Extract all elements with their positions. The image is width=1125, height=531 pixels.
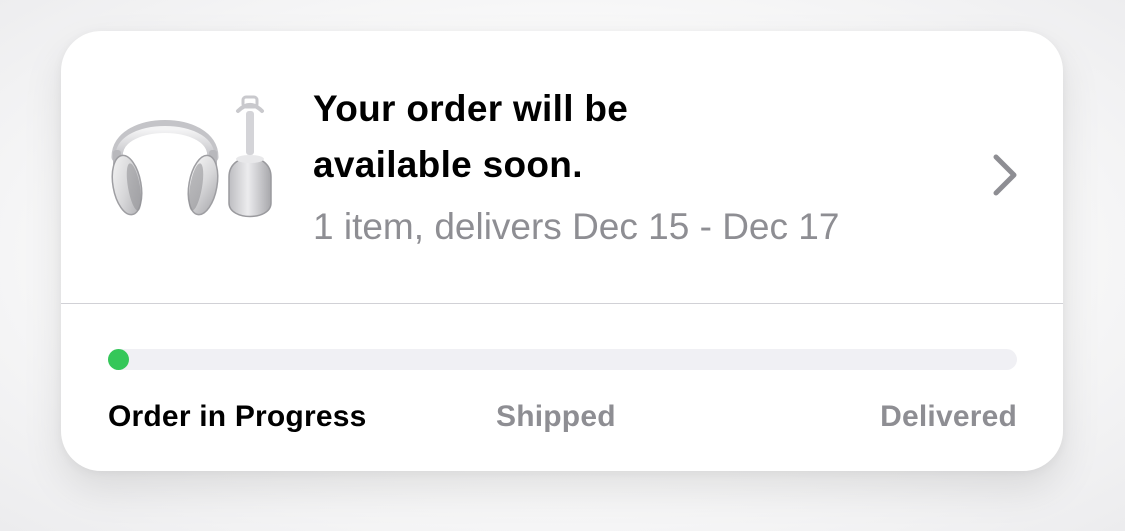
chevron-right-icon[interactable] bbox=[991, 153, 1019, 197]
airpods-max-image bbox=[111, 95, 272, 218]
order-delivery-subtitle: 1 item, delivers Dec 15 - Dec 17 bbox=[313, 206, 840, 247]
order-progress-fill bbox=[108, 349, 129, 370]
card-divider bbox=[61, 303, 1063, 304]
step-order-in-progress: Order in Progress bbox=[108, 400, 367, 433]
step-shipped: Shipped bbox=[496, 400, 616, 433]
progress-steps: Order in Progress Shipped Delivered bbox=[108, 397, 1017, 437]
step-delivered: Delivered bbox=[880, 400, 1017, 433]
order-status-card[interactable]: Your order will be available soon. 1 ite… bbox=[61, 31, 1063, 471]
screen-background: Your order will be available soon. 1 ite… bbox=[0, 0, 1125, 531]
order-status-title: Your order will be available soon. bbox=[313, 88, 629, 185]
order-progress-bar bbox=[108, 349, 1017, 370]
order-summary-row[interactable]: Your order will be available soon. 1 ite… bbox=[61, 31, 1063, 303]
order-info: Your order will be available soon. 1 ite… bbox=[313, 81, 953, 251]
